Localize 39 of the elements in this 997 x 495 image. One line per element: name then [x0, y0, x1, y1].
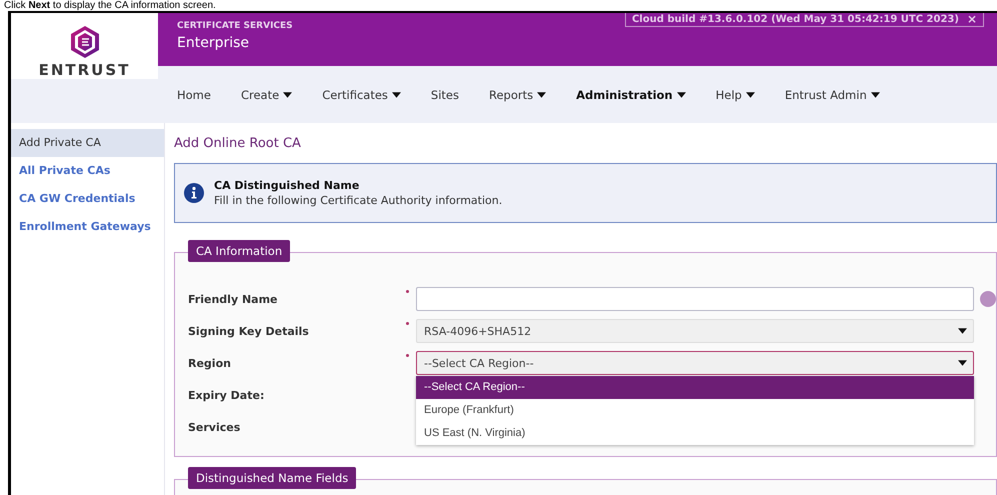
dropdown-option[interactable]: US East (N. Virginia) — [416, 422, 974, 445]
nav-menu-item[interactable]: Create — [240, 88, 292, 102]
instruction-text: Click Next to display the CA information screen. — [3, 0, 217, 11]
text-field[interactable] — [416, 287, 974, 311]
logo-wordmark: ENTRUST — [38, 61, 130, 79]
info-icon — [184, 183, 204, 203]
page-title: Add Online Root CA — [174, 135, 302, 153]
field-label: Services — [188, 420, 242, 434]
build-text: Cloud build #13.6.0.102 (Wed May 31 05:42:19 UTC 2023) — [632, 14, 959, 24]
sidebar-item[interactable]: All Private CAs — [11, 157, 164, 185]
nav-menu-item[interactable]: Entrust Admin — [784, 88, 880, 102]
caret-icon — [958, 360, 967, 366]
help-icon[interactable] — [980, 291, 996, 307]
sidebar-item[interactable]: Enrollment Gateways — [11, 213, 164, 241]
sidebar-item[interactable]: CA GW Credentials — [11, 185, 164, 213]
dropdown-field[interactable]: --Select CA Region-- — [416, 351, 974, 375]
product-category: CERTIFICATE SERVICES — [177, 21, 293, 31]
nav-menu-item[interactable]: Certificates — [322, 88, 401, 102]
section-legend: CA Information — [188, 240, 290, 262]
nav-menu-item[interactable]: Home — [177, 88, 211, 102]
dropdown-field[interactable]: RSA-4096+SHA512 — [416, 319, 974, 343]
hexagon-logo-icon — [70, 25, 100, 59]
field-label: Expiry Date: — [188, 388, 266, 402]
sidebar-item[interactable]: Add Private CA — [11, 129, 164, 157]
section-legend: Distinguished Name Fields — [188, 467, 356, 489]
caret-icon — [958, 328, 967, 334]
dropdown-option[interactable]: --Select CA Region-- — [416, 376, 974, 399]
field-label: Friendly Name — [188, 292, 278, 306]
nav-menu-item[interactable]: Reports — [489, 88, 546, 102]
nav-menu-item[interactable]: Help — [716, 88, 755, 102]
nav-menu-item[interactable]: Sites — [430, 88, 459, 102]
field-label: Signing Key Details — [188, 324, 310, 338]
nav-menu-item[interactable]: Administration — [576, 88, 686, 102]
product-name: Enterprise — [177, 35, 250, 51]
field-label: Region — [188, 356, 232, 370]
close-button[interactable]: × — [966, 13, 977, 25]
dropdown-option[interactable]: Europe (Frankfurt) — [416, 399, 974, 422]
info-text: Fill in the following Certificate Authority information. — [214, 194, 502, 207]
info-title: CA Distinguished Name — [214, 179, 360, 192]
